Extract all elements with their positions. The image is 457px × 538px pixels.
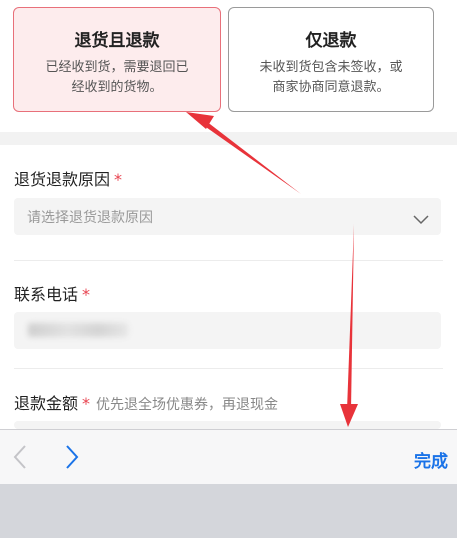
- annotation-arrows: [186, 112, 358, 427]
- annotation-arrow-down: [340, 224, 358, 427]
- annotation-arrow-to-option: [186, 112, 301, 194]
